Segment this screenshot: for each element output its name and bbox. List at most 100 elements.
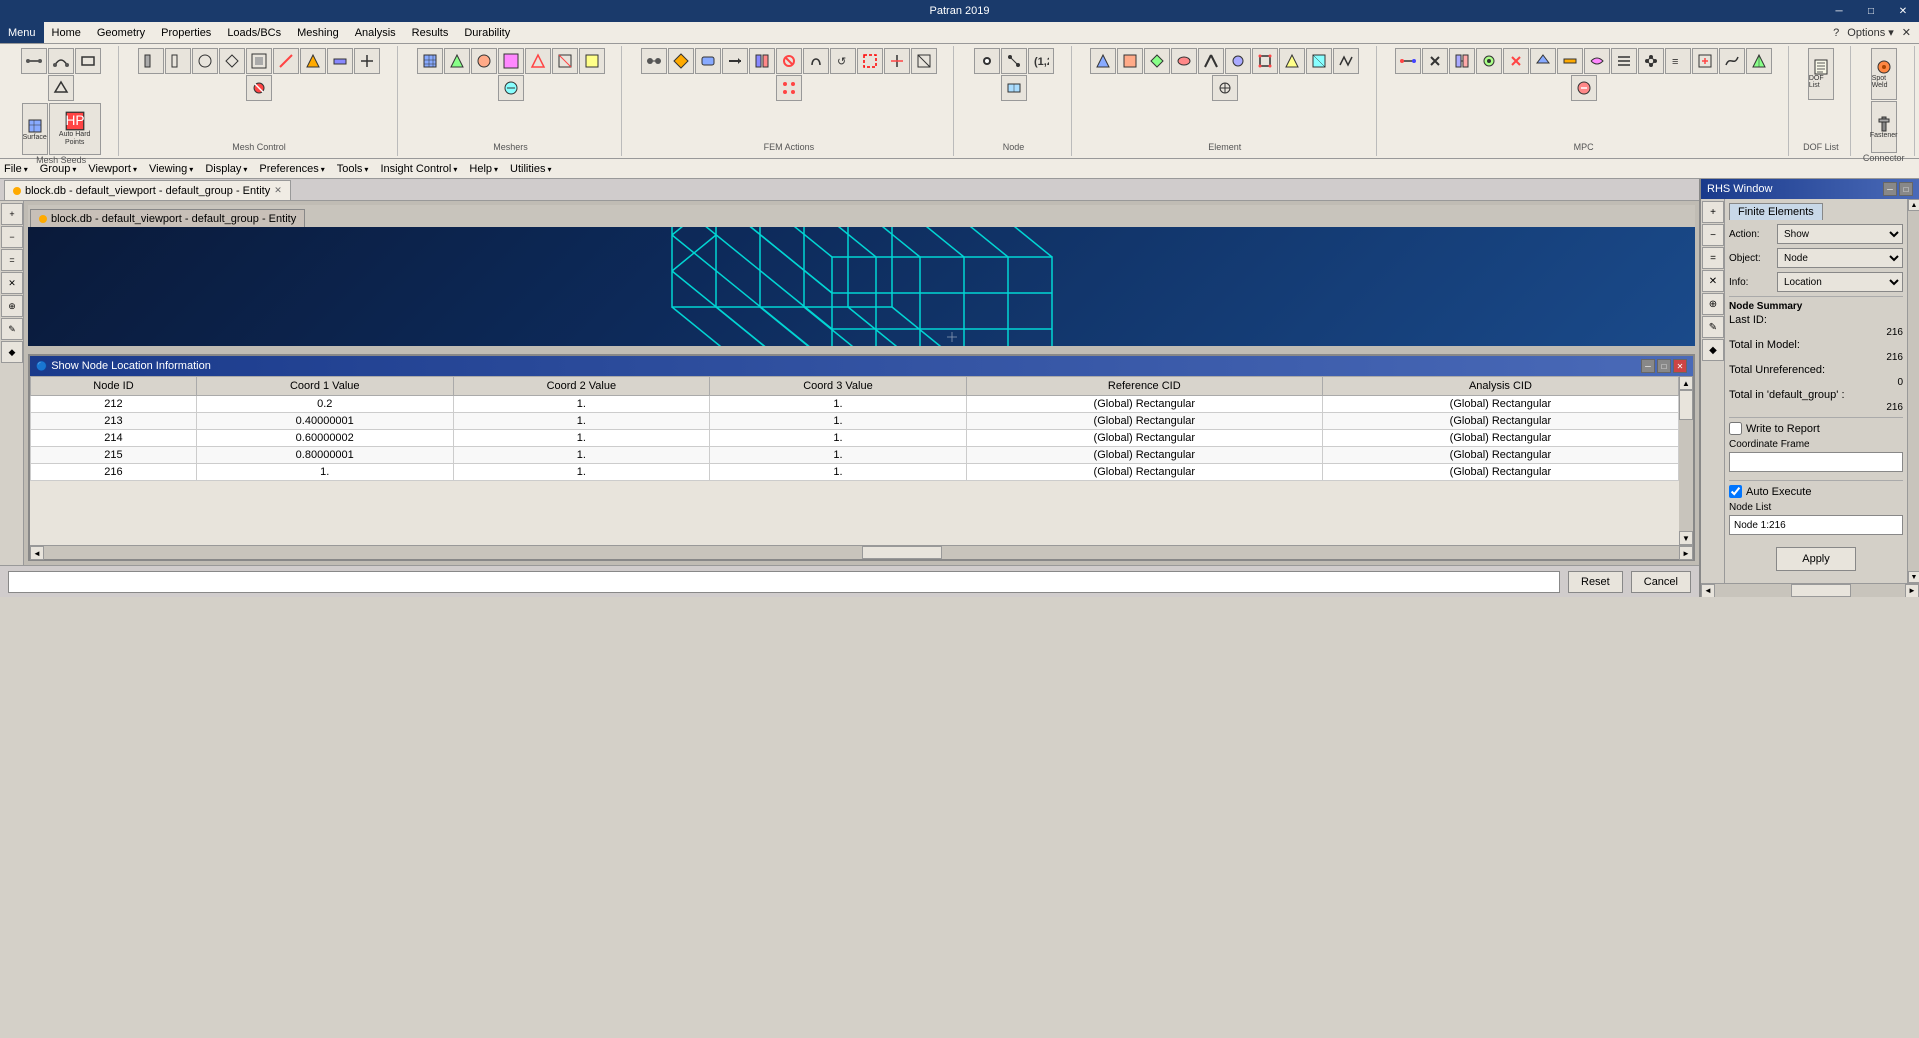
- rhs-scroll-up[interactable]: ▲: [1908, 199, 1919, 211]
- tb-mc-6[interactable]: [273, 48, 299, 74]
- tb-fe-5[interactable]: [749, 48, 775, 74]
- tab-close-icon[interactable]: ✕: [274, 185, 282, 196]
- tb-fe-1[interactable]: [641, 48, 667, 74]
- rhs-tab-finite-elements[interactable]: Finite Elements: [1729, 203, 1823, 220]
- tb-el-10[interactable]: [1333, 48, 1359, 74]
- rhs-scroll-down[interactable]: ▼: [1908, 571, 1919, 583]
- tb-mpc-4[interactable]: [1476, 48, 1502, 74]
- bottom-win-restore[interactable]: □: [1657, 359, 1671, 373]
- rhs-side-btn-1[interactable]: +: [1702, 201, 1724, 223]
- close-button[interactable]: ✕: [1887, 0, 1919, 22]
- tb-mesh-seeds-2[interactable]: [48, 48, 74, 74]
- table-h-scrollbar[interactable]: ◄ ►: [30, 545, 1693, 559]
- tb-fe-9[interactable]: [857, 48, 883, 74]
- tb-fe-7[interactable]: [803, 48, 829, 74]
- v-scroll-up[interactable]: ▲: [1679, 376, 1693, 390]
- rhs-side-btn-3[interactable]: =: [1702, 247, 1724, 269]
- tb-n-2[interactable]: [1001, 48, 1027, 74]
- tb-mc-7[interactable]: [300, 48, 326, 74]
- rhs-bottom-scrollbar[interactable]: ◄ ►: [1701, 583, 1919, 597]
- tb-mc-1[interactable]: [138, 48, 164, 74]
- rhs-write-to-report-checkbox[interactable]: [1729, 422, 1742, 435]
- tb-mpc-2[interactable]: [1422, 48, 1448, 74]
- sm-tools[interactable]: Tools: [337, 163, 369, 175]
- tb-mc-5[interactable]: [246, 48, 272, 74]
- tb-n-3[interactable]: (1,2,3): [1028, 48, 1054, 74]
- tb-el-9[interactable]: [1306, 48, 1332, 74]
- rhs-apply-button[interactable]: Apply: [1776, 547, 1856, 571]
- sm-group[interactable]: Group: [40, 163, 77, 175]
- tb-m-5[interactable]: [525, 48, 551, 74]
- tb-el-1[interactable]: [1090, 48, 1116, 74]
- rhs-coord-frame-input[interactable]: [1729, 452, 1903, 472]
- tb-n-1[interactable]: [974, 48, 1000, 74]
- left-strip-btn-5[interactable]: ⊕: [1, 295, 23, 317]
- rhs-win-minimize[interactable]: ─: [1883, 182, 1897, 196]
- maximize-button[interactable]: □: [1855, 0, 1887, 22]
- tb-mc-4[interactable]: [219, 48, 245, 74]
- tb-el-8[interactable]: [1279, 48, 1305, 74]
- menu-item-analysis[interactable]: Analysis: [347, 22, 404, 43]
- command-input[interactable]: [8, 571, 1560, 593]
- window-controls[interactable]: ─ □ ✕: [1823, 0, 1919, 22]
- tb-fe-12[interactable]: [776, 75, 802, 101]
- tb-m-7[interactable]: [579, 48, 605, 74]
- tb-mc-2[interactable]: [165, 48, 191, 74]
- tb-el-3[interactable]: [1144, 48, 1170, 74]
- tb-mpc-14[interactable]: [1746, 48, 1772, 74]
- h-scroll-left[interactable]: ◄: [30, 546, 44, 560]
- minimize-button[interactable]: ─: [1823, 0, 1855, 22]
- tb-el-11[interactable]: [1212, 75, 1238, 101]
- rhs-side-btn-5[interactable]: ⊕: [1702, 293, 1724, 315]
- help-icon[interactable]: ?: [1833, 27, 1839, 39]
- rhs-side-btn-4[interactable]: ✕: [1702, 270, 1724, 292]
- sm-utilities[interactable]: Utilities: [510, 163, 551, 175]
- tb-el-7[interactable]: [1252, 48, 1278, 74]
- tb-fe-4[interactable]: [722, 48, 748, 74]
- rhs-object-select[interactable]: Node: [1777, 248, 1903, 268]
- tb-mpc-11[interactable]: ≡: [1665, 48, 1691, 74]
- tb-fe-3[interactable]: [695, 48, 721, 74]
- h-scroll-thumb[interactable]: [862, 546, 942, 559]
- h-scroll-right[interactable]: ►: [1679, 546, 1693, 560]
- tb-el-5[interactable]: [1198, 48, 1224, 74]
- tb-fe-10[interactable]: [884, 48, 910, 74]
- tb-m-4[interactable]: [498, 48, 524, 74]
- left-strip-btn-6[interactable]: ✎: [1, 318, 23, 340]
- rhs-node-list-input[interactable]: [1729, 515, 1903, 535]
- table-row[interactable]: 213 0.40000001 1. 1. (Global) Rectangula…: [31, 413, 1679, 430]
- bottom-win-minimize[interactable]: ─: [1641, 359, 1655, 373]
- sm-insight-control[interactable]: Insight Control: [380, 163, 457, 175]
- rhs-win-restore[interactable]: □: [1899, 182, 1913, 196]
- rhs-h-scroll-right[interactable]: ►: [1905, 584, 1919, 598]
- close-icon[interactable]: ✕: [1902, 26, 1911, 39]
- v-scroll-thumb[interactable]: [1679, 390, 1693, 420]
- menu-item-geometry[interactable]: Geometry: [89, 22, 153, 43]
- rhs-info-select[interactable]: Location: [1777, 272, 1903, 292]
- menu-item-loadsbcs[interactable]: Loads/BCs: [219, 22, 289, 43]
- tb-mesh-seeds-1[interactable]: [21, 48, 47, 74]
- tb-mpc-1[interactable]: [1395, 48, 1421, 74]
- sm-help[interactable]: Help: [469, 163, 498, 175]
- rhs-action-select[interactable]: Show: [1777, 224, 1903, 244]
- left-strip-btn-1[interactable]: +: [1, 203, 23, 225]
- 3d-viewport[interactable]: [28, 227, 1695, 346]
- tb-mpc-6[interactable]: [1530, 48, 1556, 74]
- tb-mc-9[interactable]: [354, 48, 380, 74]
- inner-tab[interactable]: block.db - default_viewport - default_gr…: [30, 209, 305, 227]
- tb-spot-weld[interactable]: Spot Weld: [1871, 48, 1897, 100]
- tb-mpc-10[interactable]: [1638, 48, 1664, 74]
- main-tab[interactable]: block.db - default_viewport - default_gr…: [4, 180, 291, 200]
- table-container[interactable]: Node ID Coord 1 Value Coord 2 Value Coor…: [30, 376, 1679, 545]
- rhs-h-scroll-left[interactable]: ◄: [1701, 584, 1715, 598]
- tb-mpc-9[interactable]: [1611, 48, 1637, 74]
- tb-el-4[interactable]: [1171, 48, 1197, 74]
- table-v-scrollbar[interactable]: ▲ ▼: [1679, 376, 1693, 545]
- reset-button[interactable]: Reset: [1568, 571, 1623, 593]
- rhs-side-btn-2[interactable]: −: [1702, 224, 1724, 246]
- tb-mpc-3[interactable]: [1449, 48, 1475, 74]
- rhs-scrollbar[interactable]: ▲ ▼: [1907, 199, 1919, 583]
- tb-mpc-7[interactable]: [1557, 48, 1583, 74]
- menu-item-meshing[interactable]: Meshing: [289, 22, 347, 43]
- sm-preferences[interactable]: Preferences: [259, 163, 324, 175]
